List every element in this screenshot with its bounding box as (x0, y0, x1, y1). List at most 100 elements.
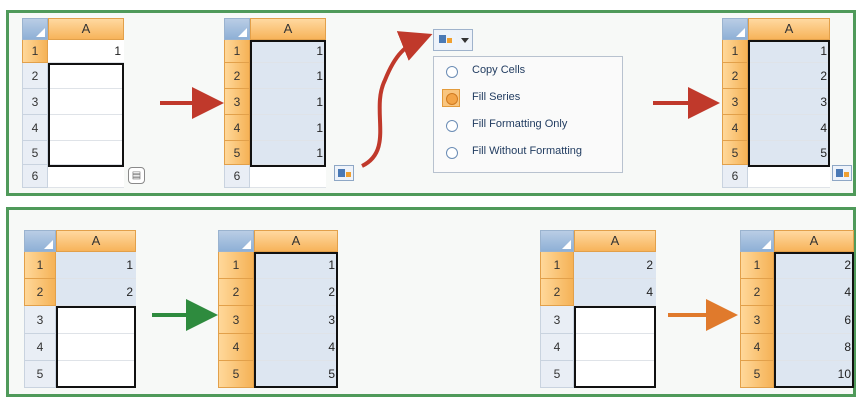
column-header-a[interactable]: A (56, 230, 136, 252)
select-all-corner[interactable] (740, 230, 774, 252)
column-header-a[interactable]: A (748, 18, 830, 40)
row-header[interactable]: 2 (218, 279, 254, 306)
cell-a2[interactable]: 4 (574, 279, 656, 306)
cell-a3[interactable]: 6 (774, 306, 854, 334)
row-header[interactable]: 4 (722, 115, 748, 141)
row-header[interactable]: 3 (218, 306, 254, 334)
column-header-a[interactable]: A (250, 18, 326, 40)
cell-a5[interactable]: 1 (250, 141, 326, 165)
row-header[interactable]: 4 (740, 334, 774, 361)
autofill-options-icon[interactable] (832, 165, 852, 181)
cell-a1[interactable]: 2 (574, 252, 656, 279)
row-header[interactable]: 2 (722, 63, 748, 89)
row-header[interactable]: 3 (540, 306, 574, 334)
row-header[interactable]: 4 (540, 334, 574, 361)
cell-a5[interactable]: 5 (748, 141, 830, 165)
row-header[interactable]: 2 (224, 63, 250, 89)
row-header[interactable]: 5 (218, 361, 254, 388)
cell-a5[interactable]: 5 (254, 361, 338, 388)
cell-a4[interactable] (574, 334, 656, 361)
cell-a6[interactable] (748, 165, 830, 188)
row-header[interactable]: 6 (722, 165, 748, 188)
cell-a2[interactable]: 2 (748, 63, 830, 89)
cell-a2[interactable]: 2 (56, 279, 136, 306)
row-header[interactable]: 3 (224, 89, 250, 115)
select-all-corner[interactable] (24, 230, 56, 252)
autofill-options-icon[interactable]: ▤ (128, 167, 145, 184)
row-header[interactable]: 2 (740, 279, 774, 306)
row-header[interactable]: 1 (22, 40, 48, 63)
row-header[interactable]: 4 (24, 334, 56, 361)
cell-a1[interactable]: 1 (254, 252, 338, 279)
cell-a4[interactable]: 4 (254, 334, 338, 361)
select-all-corner[interactable] (540, 230, 574, 252)
cell-a2[interactable]: 4 (774, 279, 854, 306)
cell-a4[interactable]: 8 (774, 334, 854, 361)
column-header-a[interactable]: A (774, 230, 854, 252)
cell-a1[interactable]: 2 (774, 252, 854, 279)
select-all-corner[interactable] (218, 230, 254, 252)
row-header[interactable]: 1 (24, 252, 56, 279)
cell-a1[interactable]: 1 (250, 40, 326, 63)
row-header[interactable]: 1 (722, 40, 748, 63)
row-header[interactable]: 3 (22, 89, 48, 115)
cell-a5[interactable] (56, 361, 136, 388)
row-header[interactable]: 1 (740, 252, 774, 279)
select-all-corner[interactable] (722, 18, 748, 40)
row-header[interactable]: 6 (224, 165, 250, 188)
cell-a2[interactable]: 1 (250, 63, 326, 89)
column-header-a[interactable]: A (48, 18, 124, 40)
menu-item-fill-series[interactable]: Fill Series (434, 87, 622, 113)
cell-a1[interactable]: 1 (56, 252, 136, 279)
cell-a3[interactable] (48, 89, 124, 115)
row-header[interactable]: 4 (218, 334, 254, 361)
row-header[interactable]: 5 (224, 141, 250, 165)
cell-a1[interactable]: 1 (748, 40, 830, 63)
cell-a5[interactable] (48, 141, 124, 165)
select-all-corner[interactable] (22, 18, 48, 40)
cell-a2[interactable] (48, 63, 124, 89)
cell-a6[interactable] (48, 165, 124, 188)
cell-a4[interactable] (48, 115, 124, 141)
row-header[interactable]: 4 (224, 115, 250, 141)
cell-a5[interactable]: 10 (774, 361, 854, 388)
cell-a4[interactable] (56, 334, 136, 361)
row-header[interactable]: 5 (740, 361, 774, 388)
row-header[interactable]: 5 (22, 141, 48, 165)
row-header[interactable]: 1 (218, 252, 254, 279)
autofill-options-icon[interactable] (334, 165, 354, 181)
cell-a3[interactable]: 1 (250, 89, 326, 115)
menu-item-fill-formatting-only[interactable]: Fill Formatting Only (434, 114, 622, 140)
row-header[interactable]: 1 (540, 252, 574, 279)
row-header[interactable]: 5 (722, 141, 748, 165)
cell-a3[interactable]: 3 (748, 89, 830, 115)
cell-a6[interactable] (250, 165, 326, 188)
cell-a2[interactable]: 2 (254, 279, 338, 306)
cell-a5[interactable] (574, 361, 656, 388)
row-header[interactable]: 2 (24, 279, 56, 306)
sheet-step1: A 1 1 2 3 4 5 6 (22, 18, 124, 188)
row-header[interactable]: 3 (24, 306, 56, 334)
row-header[interactable]: 3 (722, 89, 748, 115)
row-header[interactable]: 3 (740, 306, 774, 334)
cell-a3[interactable] (574, 306, 656, 334)
autofill-options-button[interactable] (433, 29, 473, 51)
cell-a4[interactable]: 1 (250, 115, 326, 141)
row-header[interactable]: 2 (22, 63, 48, 89)
column-header-a[interactable]: A (254, 230, 338, 252)
cell-a1[interactable]: 1 (48, 40, 124, 63)
cell-a4[interactable]: 4 (748, 115, 830, 141)
row-header[interactable]: 5 (24, 361, 56, 388)
row-header[interactable]: 2 (540, 279, 574, 306)
row-header[interactable]: 5 (540, 361, 574, 388)
row-header[interactable]: 1 (224, 40, 250, 63)
menu-item-copy-cells[interactable]: Copy Cells (434, 60, 622, 86)
cell-a3[interactable] (56, 306, 136, 334)
menu-item-label: Copy Cells (472, 64, 526, 76)
menu-item-fill-without-formatting[interactable]: Fill Without Formatting (434, 141, 622, 167)
column-header-a[interactable]: A (574, 230, 656, 252)
row-header[interactable]: 6 (22, 165, 48, 188)
select-all-corner[interactable] (224, 18, 250, 40)
row-header[interactable]: 4 (22, 115, 48, 141)
cell-a3[interactable]: 3 (254, 306, 338, 334)
